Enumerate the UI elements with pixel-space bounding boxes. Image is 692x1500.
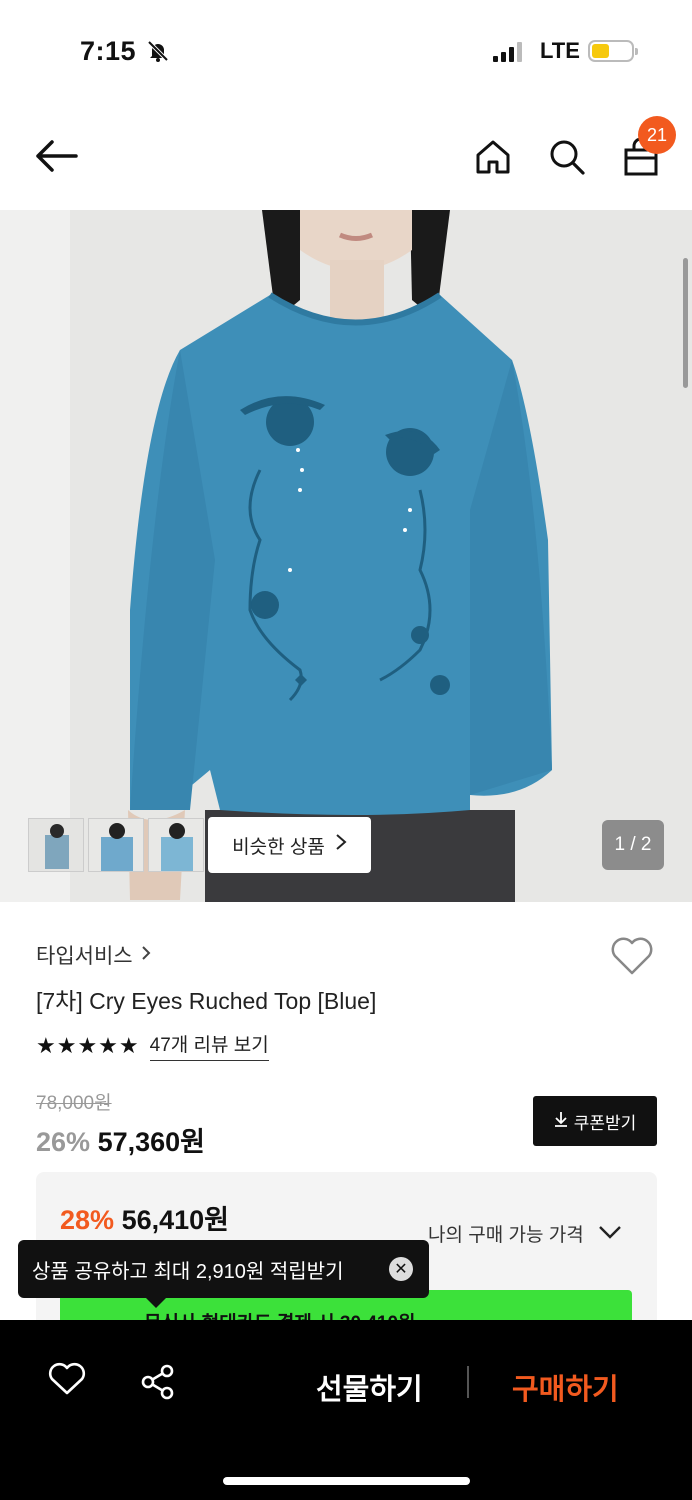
- bell-muted-icon: [146, 40, 170, 67]
- discount-percent: 26%: [36, 1127, 91, 1157]
- thumbnail-3[interactable]: [148, 818, 204, 872]
- wishlist-heart-icon[interactable]: [610, 936, 654, 981]
- close-icon[interactable]: ✕: [389, 1257, 413, 1281]
- bottom-action-bar: 선물하기 구매하기: [0, 1320, 692, 1500]
- best-discount-percent: 28%: [60, 1205, 115, 1235]
- rating-stars: ★★★★★: [36, 1032, 140, 1058]
- product-photo: [0, 210, 692, 902]
- coupon-download-button[interactable]: 쿠폰받기: [533, 1096, 657, 1146]
- thumbnail-1[interactable]: [28, 818, 84, 872]
- best-price-value: 56,410원: [121, 1205, 229, 1235]
- coupon-label: 쿠폰받기: [573, 1113, 637, 1133]
- divider: [467, 1366, 469, 1398]
- similar-products-button[interactable]: 비슷한 상품: [208, 817, 371, 873]
- cart-count-badge: 21: [638, 116, 676, 154]
- original-price: 78,000원: [36, 1093, 112, 1114]
- share-icon[interactable]: [140, 1364, 176, 1405]
- product-title: [7차] Cry Eyes Ruched Top [Blue]: [36, 988, 377, 1014]
- image-page-indicator: 1 / 2: [602, 820, 664, 870]
- battery-icon: [588, 40, 638, 62]
- sale-price-row: 26% 57,360원: [36, 1120, 205, 1159]
- network-label: LTE: [540, 38, 580, 63]
- heart-icon[interactable]: [48, 1362, 86, 1401]
- my-price-label: 나의 구매 가능 가격: [428, 1225, 584, 1246]
- download-icon: [554, 1111, 568, 1132]
- share-reward-tooltip: 상품 공유하고 최대 2,910원 적립받기 ✕: [18, 1240, 429, 1308]
- my-price-toggle[interactable]: 나의 구매 가능 가격: [428, 1220, 622, 1247]
- reviews-link[interactable]: 47개 리뷰 보기: [149, 1030, 269, 1061]
- thumbnail-strip: [28, 818, 204, 872]
- image-scroll-indicator: [683, 258, 688, 388]
- rating-row: ★★★★★ 47개 리뷰 보기: [36, 1030, 269, 1061]
- home-indicator: [223, 1477, 470, 1485]
- sale-price: 57,360원: [97, 1127, 205, 1157]
- signal-icon: [493, 42, 522, 62]
- product-image[interactable]: [0, 210, 692, 902]
- buy-button[interactable]: 구매하기: [512, 1366, 619, 1408]
- tooltip-text: 상품 공유하고 최대 2,910원 적립받기: [32, 1260, 344, 1283]
- chevron-right-icon: [141, 943, 151, 967]
- thumbnail-2[interactable]: [88, 818, 144, 872]
- home-icon[interactable]: [474, 138, 512, 181]
- brand-name: 타입서비스: [36, 945, 133, 968]
- status-time: 7:15: [80, 36, 137, 66]
- status-bar: 7:15 LTE: [0, 0, 692, 100]
- top-nav: [0, 100, 692, 210]
- search-icon[interactable]: [548, 138, 586, 181]
- similar-products-label: 비슷한 상품: [232, 836, 325, 858]
- chevron-right-icon: [335, 833, 347, 857]
- brand-link[interactable]: 타입서비스: [36, 940, 151, 970]
- gift-button[interactable]: 선물하기: [316, 1366, 423, 1408]
- best-price: 28% 56,410원: [60, 1198, 229, 1237]
- chevron-down-icon: [598, 1223, 622, 1245]
- back-arrow-icon[interactable]: [34, 138, 78, 179]
